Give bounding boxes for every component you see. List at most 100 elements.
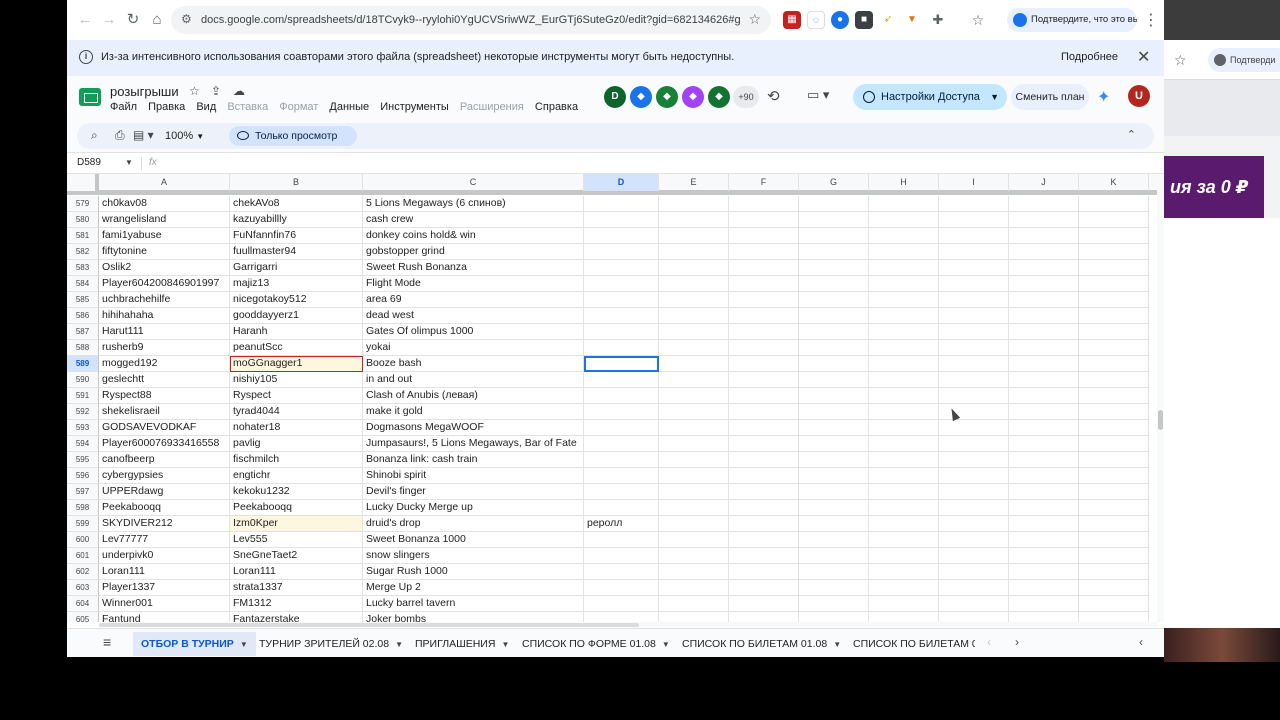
row-header[interactable]: 601 [67,548,99,564]
menu-data[interactable]: Данные [329,101,369,113]
cell-d[interactable] [584,420,659,436]
cell-empty[interactable] [1079,212,1149,228]
menu-extensions[interactable]: Расширения [460,101,524,113]
cell-d[interactable] [584,548,659,564]
cell-empty[interactable] [869,292,939,308]
cell-empty[interactable] [799,292,869,308]
cell-empty[interactable] [659,292,729,308]
cell-b[interactable]: nishiy105 [230,372,363,388]
cell-empty[interactable] [869,532,939,548]
cell-empty[interactable] [869,260,939,276]
cell-empty[interactable] [939,500,1009,516]
cell-empty[interactable] [729,420,799,436]
cell-empty[interactable] [799,212,869,228]
cell-b[interactable]: Haranh [230,324,363,340]
cell-empty[interactable] [729,388,799,404]
cell-empty[interactable] [729,532,799,548]
cell-empty[interactable] [659,404,729,420]
row-header[interactable]: 594 [67,436,99,452]
cell-empty[interactable] [799,324,869,340]
cell-empty[interactable] [659,212,729,228]
cell-empty[interactable] [799,468,869,484]
forward-arrow-icon[interactable]: → [99,10,119,30]
sheet-tab-caret-icon[interactable]: ▼ [662,640,670,649]
cell-a[interactable]: rusherb9 [99,340,230,356]
cell-empty[interactable] [1079,580,1149,596]
cell-a[interactable]: Player604200846901997 [99,276,230,292]
cell-d[interactable] [584,212,659,228]
cell-b[interactable]: pavlig [230,436,363,452]
row-header[interactable]: 597 [67,484,99,500]
cell-a[interactable]: geslechtt [99,372,230,388]
row-header[interactable]: 591 [67,388,99,404]
cell-empty[interactable] [939,228,1009,244]
cell-empty[interactable] [659,340,729,356]
cell-empty[interactable] [659,260,729,276]
column-header-f[interactable]: F [729,174,799,191]
cell-empty[interactable] [659,564,729,580]
cell-c[interactable]: Bonanza link: cash train [363,452,584,468]
cell-empty[interactable] [799,580,869,596]
cell-a[interactable]: Player1337 [99,580,230,596]
row-header[interactable]: 599 [67,516,99,532]
cell-empty[interactable] [799,260,869,276]
cell-empty[interactable] [1009,404,1079,420]
cell-empty[interactable] [729,516,799,532]
cell-empty[interactable] [729,340,799,356]
cell-a[interactable]: UPPERdawg [99,484,230,500]
cell-empty[interactable] [1009,340,1079,356]
sheet-tab[interactable]: ОТБОР В ТУРНИР ▼ [133,632,256,656]
cell-empty[interactable] [799,372,869,388]
cell-c[interactable]: make it gold [363,404,584,420]
extension-calendar-icon[interactable]: ▦ [783,11,801,29]
sheet-tab[interactable]: СПИСОК ПО БИЛЕТАМ 0 [845,632,975,656]
change-plan-button[interactable]: Сменить план [1011,84,1089,110]
cell-empty[interactable] [869,548,939,564]
cell-empty[interactable] [869,436,939,452]
cell-empty[interactable] [939,388,1009,404]
account-avatar[interactable]: U [1128,85,1150,107]
cell-empty[interactable] [939,564,1009,580]
cell-empty[interactable] [1079,532,1149,548]
menu-view[interactable]: Вид [196,101,216,113]
cell-empty[interactable] [939,548,1009,564]
cell-c[interactable]: Shinobi spirit [363,468,584,484]
cell-empty[interactable] [869,388,939,404]
cell-empty[interactable] [659,308,729,324]
cell-b[interactable]: tyrad4044 [230,404,363,420]
column-header-h[interactable]: H [869,174,939,191]
cell-d[interactable] [584,276,659,292]
sheet-tab-caret-icon[interactable]: ▼ [833,640,841,649]
cell-empty[interactable] [729,356,799,372]
banner-close-icon[interactable]: ✕ [1137,47,1150,67]
cell-a[interactable]: SKYDIVER212 [99,516,230,532]
row-header[interactable]: 586 [67,308,99,324]
cell-empty[interactable] [729,276,799,292]
column-header-j[interactable]: J [1009,174,1079,191]
cell-empty[interactable] [799,436,869,452]
cell-empty[interactable] [1009,612,1079,622]
cell-empty[interactable] [659,228,729,244]
home-icon[interactable]: ⌂ [147,10,167,30]
menu-insert[interactable]: Вставка [227,101,268,113]
cell-c[interactable]: Merge Up 2 [363,580,584,596]
sheet-tab[interactable]: СПИСОК ПО ФОРМЕ 01.08 ▼ [514,632,678,656]
star-icon[interactable]: ☆ [189,84,200,98]
cell-d[interactable] [584,484,659,500]
cell-d[interactable] [584,436,659,452]
row-header[interactable]: 596 [67,468,99,484]
cell-c[interactable]: cash crew [363,212,584,228]
cell-d[interactable] [584,356,659,372]
cell-empty[interactable] [799,516,869,532]
name-box-caret-icon[interactable]: ▼ [125,153,133,173]
cell-b[interactable]: nohater18 [230,420,363,436]
cell-a[interactable]: uchbrachehilfe [99,292,230,308]
cell-empty[interactable] [869,276,939,292]
cell-d[interactable] [584,260,659,276]
cell-empty[interactable] [1079,356,1149,372]
cell-empty[interactable] [1009,532,1079,548]
cell-b[interactable]: Izm0Kper [230,516,363,532]
row-header[interactable]: 600 [67,532,99,548]
cell-empty[interactable] [939,260,1009,276]
cell-empty[interactable] [1009,580,1079,596]
